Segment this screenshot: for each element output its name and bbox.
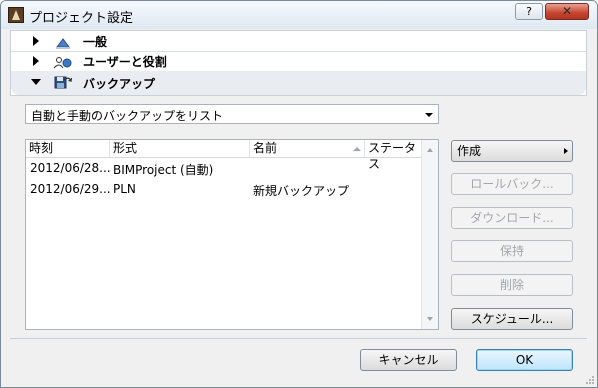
- column-format[interactable]: 形式: [110, 140, 250, 157]
- section-backup[interactable]: バックアップ: [11, 71, 586, 95]
- general-icon: [56, 38, 70, 49]
- section-label: ユーザーと役割: [83, 55, 167, 69]
- column-status[interactable]: ステータス: [365, 140, 423, 171]
- section-label: バックアップ: [83, 77, 156, 91]
- project-settings-dialog: プロジェクト設定 ? ✕ 一般 ユーザーと役割 バックアップ 自動と手動のバック…: [0, 0, 598, 388]
- footer-divider: [10, 338, 587, 339]
- archicad-icon: [8, 7, 24, 23]
- keep-button[interactable]: 保持: [451, 240, 573, 262]
- window-title: プロジェクト設定: [29, 11, 134, 26]
- backup-list[interactable]: 時刻 形式 名前 ステータス 2012/06/28... BIMProject …: [25, 139, 439, 330]
- expand-arrow-icon[interactable]: [33, 56, 39, 66]
- collapse-arrow-icon[interactable]: [31, 79, 41, 85]
- title-bar[interactable]: プロジェクト設定 ? ✕: [1, 1, 597, 29]
- backup-filter-select[interactable]: 自動と手動のバックアップをリスト: [25, 104, 439, 124]
- download-button[interactable]: ダウンロード...: [451, 207, 573, 229]
- section-users-roles[interactable]: ユーザーと役割: [11, 51, 586, 72]
- cell-time: 2012/06/28...: [30, 161, 111, 175]
- cell-format: PLN: [113, 182, 136, 196]
- cell-time: 2012/06/29...: [30, 182, 111, 196]
- scroll-up-icon[interactable]: [427, 148, 433, 152]
- table-row[interactable]: 2012/06/29... PLN 新規バックアップ: [26, 179, 423, 200]
- table-row[interactable]: 2012/06/28... BIMProject (自動): [26, 158, 423, 179]
- expand-arrow-icon[interactable]: [33, 36, 39, 46]
- selected-filter: 自動と手動のバックアップをリスト: [31, 109, 224, 123]
- delete-button[interactable]: 削除: [451, 274, 573, 296]
- create-button[interactable]: 作成: [451, 140, 573, 162]
- users-icon: [53, 57, 72, 69]
- column-name[interactable]: 名前: [250, 140, 365, 157]
- section-general[interactable]: 一般: [11, 31, 586, 52]
- ok-button[interactable]: OK: [476, 349, 573, 371]
- list-header: 時刻 形式 名前 ステータス: [26, 140, 423, 171]
- section-label: 一般: [83, 35, 108, 49]
- resize-grip-icon[interactable]: [585, 375, 595, 385]
- scroll-down-icon[interactable]: [427, 317, 433, 321]
- settings-sections: 一般 ユーザーと役割 バックアップ: [10, 30, 587, 96]
- vertical-scrollbar[interactable]: [421, 140, 438, 329]
- cancel-button[interactable]: キャンセル: [360, 349, 457, 371]
- chevron-down-icon: [425, 113, 433, 117]
- cell-format: BIMProject (自動): [113, 163, 214, 177]
- close-button[interactable]: ✕: [545, 3, 589, 20]
- close-icon: ✕: [561, 4, 573, 18]
- column-time[interactable]: 時刻: [26, 140, 110, 157]
- schedule-button[interactable]: スケジュール...: [451, 308, 573, 330]
- backup-icon: [54, 76, 73, 89]
- sort-ascending-icon: [353, 147, 361, 151]
- column-name-label: 名前: [253, 141, 278, 155]
- cell-name: 新規バックアップ: [253, 184, 350, 198]
- rollback-button[interactable]: ロールバック...: [451, 173, 573, 195]
- help-button[interactable]: ?: [515, 3, 543, 20]
